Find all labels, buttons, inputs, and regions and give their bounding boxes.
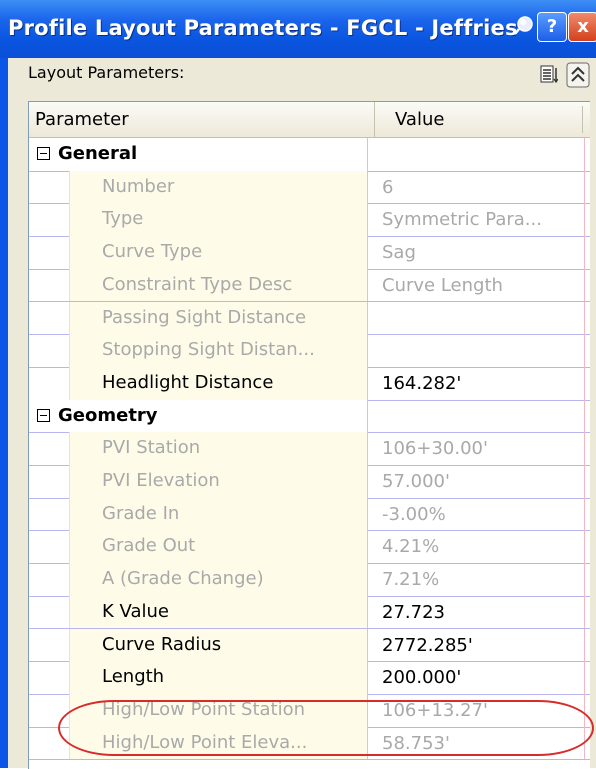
group-row-geometry[interactable]: Geometry <box>29 399 596 434</box>
column-header-value[interactable]: Value <box>374 102 596 137</box>
parameter-name: PVI Elevation <box>69 465 367 498</box>
table-row[interactable]: High/Low Point Eleva... 58.753' <box>29 726 596 761</box>
parameter-name: High/Low Point Station <box>69 693 367 727</box>
column-divider <box>582 106 583 133</box>
list-view-icon[interactable] <box>540 64 558 86</box>
table-row[interactable]: High/Low Point Station 106+13.27' <box>29 693 596 728</box>
parameter-value: 106+30.00' <box>367 432 585 465</box>
parameter-name: Headlight Distance <box>69 366 367 400</box>
parameter-name: Constraint Type Desc <box>69 268 367 302</box>
table-row[interactable]: K Value 27.723 <box>29 595 596 630</box>
parameter-name: High/Low Point Eleva... <box>69 726 367 760</box>
table-row[interactable]: Constraint Type Desc Curve Length <box>29 268 596 303</box>
table-row[interactable]: Type Symmetric Para... <box>29 203 596 238</box>
table-row[interactable]: Curve Type Sag <box>29 236 596 270</box>
parameter-value <box>367 301 585 335</box>
parameter-name: Number <box>69 170 367 204</box>
parameter-name: Type <box>69 203 367 237</box>
table-row[interactable]: PVI Elevation 57.000' <box>29 465 596 499</box>
group-collapse-icon[interactable] <box>37 408 50 422</box>
panel-label: Layout Parameters: <box>28 63 185 82</box>
grid-edge <box>590 101 596 768</box>
parameter-value: 7.21% <box>367 563 585 596</box>
parameter-value: 57.000' <box>367 465 585 498</box>
dialog-window: Profile Layout Parameters - FGCL - Jeffr… <box>0 0 596 769</box>
parameter-name: Grade In <box>69 497 367 531</box>
table-row[interactable]: Stopping Sight Distan... <box>29 334 596 368</box>
group-label: Geometry <box>58 404 158 426</box>
parameter-name: Passing Sight Distance <box>69 301 367 335</box>
parameter-value: Sag <box>367 236 585 269</box>
table-row[interactable]: Headlight Distance 164.282' <box>29 366 596 401</box>
group-header[interactable]: Geometry <box>29 399 367 433</box>
parameter-value[interactable]: 164.282' <box>367 366 585 400</box>
parameters-grid: Parameter Value General Number 6 Type Symmet… <box>28 101 596 769</box>
table-row[interactable]: Number 6 <box>29 170 596 205</box>
column-header-parameter[interactable]: Parameter <box>35 102 365 137</box>
group-row-general[interactable]: General <box>29 138 596 172</box>
parameter-name: A (Grade Change) <box>69 563 367 596</box>
parameter-name: Grade Out <box>69 530 367 564</box>
group-value-cell <box>367 399 585 433</box>
help-icon[interactable]: ? <box>537 12 567 42</box>
parameter-value[interactable]: 27.723 <box>367 595 585 629</box>
collapse-up-icon[interactable] <box>566 62 590 88</box>
close-icon[interactable]: x <box>568 12 596 42</box>
parameter-value: -3.00% <box>367 497 585 531</box>
parameter-name: PVI Station <box>69 432 367 465</box>
table-row[interactable]: Grade In -3.00% <box>29 497 596 532</box>
table-row[interactable]: PVI Station 106+30.00' <box>29 432 596 466</box>
table-row[interactable]: A (Grade Change) 7.21% <box>29 563 596 597</box>
parameter-value[interactable]: 2772.285' <box>367 628 585 662</box>
pin-icon[interactable] <box>513 14 535 36</box>
group-value-cell <box>367 138 585 171</box>
table-row[interactable]: Curve Radius 2772.285' <box>29 628 596 663</box>
parameter-value <box>367 334 585 367</box>
parameter-name: Length <box>69 661 367 694</box>
group-header[interactable]: General <box>29 138 367 171</box>
parameter-value: 4.21% <box>367 530 585 564</box>
table-row[interactable]: Grade Out 4.21% <box>29 530 596 565</box>
parameter-name: K Value <box>69 595 367 629</box>
title-bar[interactable]: Profile Layout Parameters - FGCL - Jeffr… <box>0 0 596 58</box>
grid-header: Parameter Value <box>29 102 596 138</box>
group-label: General <box>58 143 138 164</box>
parameter-value[interactable]: 200.000' <box>367 661 585 694</box>
parameter-value: 58.753' <box>367 726 585 760</box>
parameter-value: Curve Length <box>367 268 585 302</box>
parameter-value: 106+13.27' <box>367 693 585 727</box>
parameter-value: 6 <box>367 170 585 204</box>
parameter-value: Symmetric Para... <box>367 203 585 237</box>
window-title: Profile Layout Parameters - FGCL - Jeffr… <box>8 16 520 40</box>
parameter-name: Curve Radius <box>69 628 367 662</box>
table-row[interactable]: Passing Sight Distance <box>29 301 596 336</box>
table-row[interactable]: Length 200.000' <box>29 661 596 695</box>
parameter-name: Stopping Sight Distan... <box>69 334 367 367</box>
group-collapse-icon[interactable] <box>37 147 50 160</box>
parameter-name: Curve Type <box>69 236 367 269</box>
